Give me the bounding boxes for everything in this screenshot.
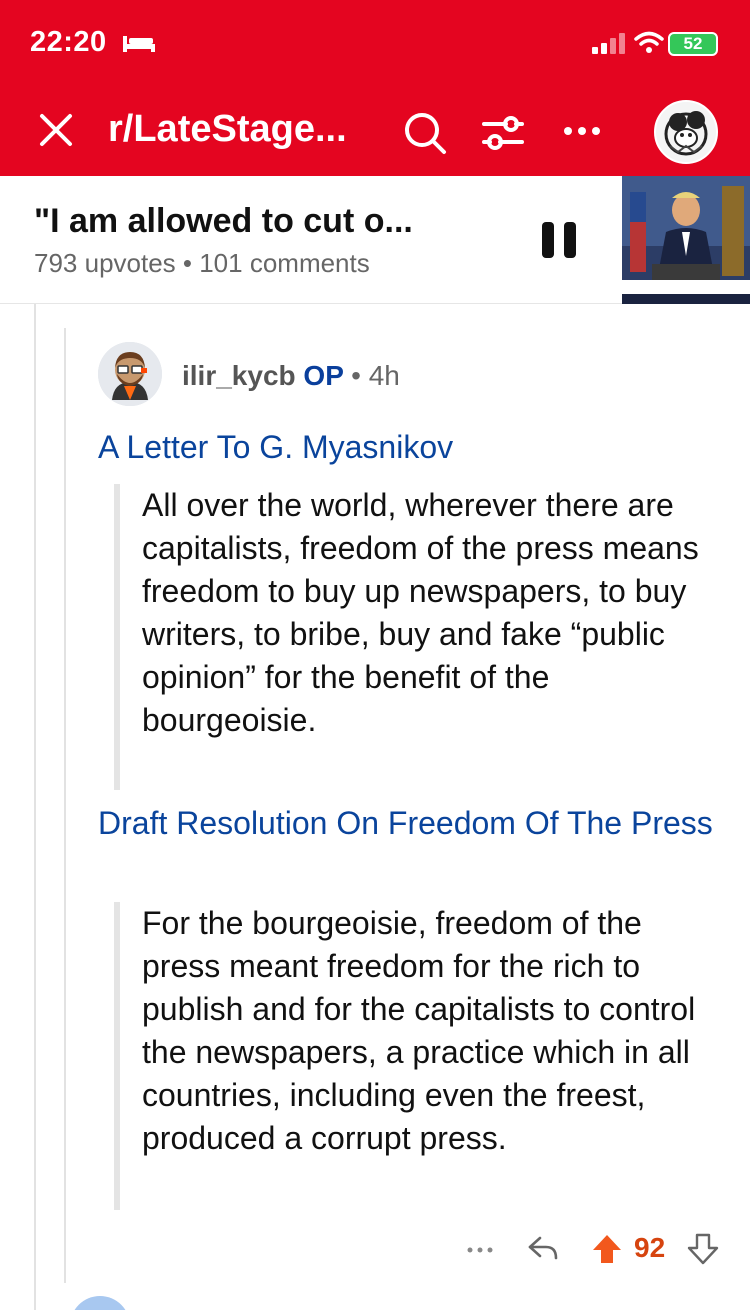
battery-level: 52 — [683, 34, 703, 53]
avatar[interactable] — [654, 100, 718, 164]
signal-icon — [592, 33, 625, 54]
comment-avatar-image — [98, 342, 162, 406]
avatar-image — [656, 102, 716, 162]
app-header: 22:20 52 r/LateStage... — [0, 0, 750, 176]
comment-link-2[interactable]: Draft Resolution On Freedom Of The Press — [98, 802, 728, 845]
next-comment-avatar[interactable] — [70, 1296, 130, 1310]
video-frame — [622, 176, 750, 304]
upvote-icon[interactable] — [590, 1232, 624, 1266]
post-title[interactable]: "I am allowed to cut o... — [34, 202, 413, 241]
battery-icon: 52 — [668, 32, 718, 56]
bed-icon — [123, 36, 155, 52]
more-icon[interactable] — [562, 116, 602, 146]
more-icon[interactable] — [460, 1236, 500, 1264]
comment-author-line: ilir_kycb OP • 4h — [182, 360, 400, 392]
post-header[interactable]: "I am allowed to cut o... 793 upvotes • … — [0, 176, 750, 304]
comment-author[interactable]: ilir_kycb — [182, 360, 296, 391]
wifi-icon — [634, 31, 664, 53]
comment-actions: 92 — [460, 1230, 730, 1270]
comment-link-1[interactable]: A Letter To G. Myasnikov — [98, 426, 453, 469]
status-time: 22:20 — [30, 26, 107, 58]
search-icon[interactable] — [402, 110, 448, 156]
comment-avatar[interactable] — [98, 342, 162, 406]
downvote-icon[interactable] — [686, 1232, 720, 1266]
pause-icon[interactable] — [542, 222, 576, 258]
reply-icon[interactable] — [526, 1232, 560, 1264]
op-badge: OP — [303, 360, 344, 391]
comment-age: • 4h — [351, 360, 400, 391]
pause-bar-right — [564, 222, 576, 258]
thread-line — [64, 328, 66, 1283]
vote-score: 92 — [634, 1232, 666, 1263]
filter-icon[interactable] — [480, 110, 526, 156]
blockquote-1: All over the world, wherever there are c… — [114, 484, 724, 790]
post-meta: 793 upvotes • 101 comments — [34, 248, 370, 278]
pause-bar-left — [542, 222, 554, 258]
close-icon[interactable] — [36, 110, 76, 150]
blockquote-2: For the bourgeoisie, freedom of the pres… — [114, 902, 724, 1210]
thread-line — [34, 304, 36, 1310]
subreddit-title[interactable]: r/LateStage... — [108, 108, 347, 151]
video-thumbnail[interactable] — [622, 176, 750, 304]
